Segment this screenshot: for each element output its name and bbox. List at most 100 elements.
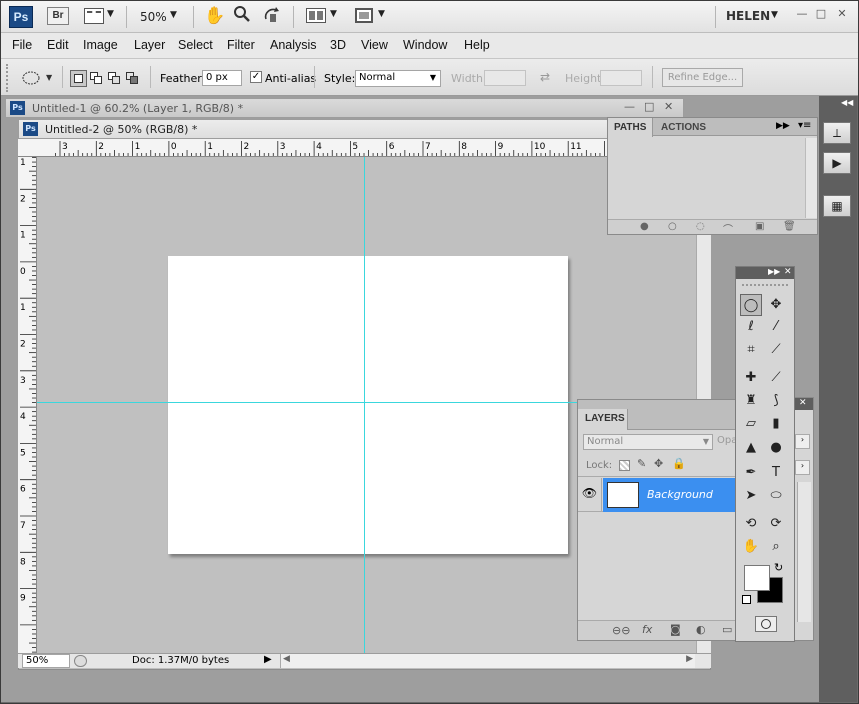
blend-mode-select[interactable]: Normal ▼ [583,434,713,450]
feather-input[interactable]: 0 px [202,70,242,86]
menu-file[interactable]: File [12,38,32,52]
brush-tool-icon[interactable]: ⟋ [765,367,787,389]
zoom-tool-icon[interactable]: ⌕ [765,536,787,558]
marquee-tool-icon[interactable]: ◯ [740,294,762,316]
move-tool-icon[interactable]: ✥ [765,294,787,316]
make-work-path-icon[interactable]: ⌒ [723,221,733,236]
status-info-icon[interactable] [74,655,87,667]
paths-list[interactable] [610,138,805,218]
lock-all-icon[interactable]: 🔒 [672,457,686,470]
fill-path-icon[interactable]: ● [640,221,649,232]
dodge-tool-icon[interactable]: ● [765,437,787,459]
menu-3d[interactable]: 3D [330,38,346,52]
menu-window[interactable]: Window [403,38,447,52]
zoom-icon[interactable] [233,5,251,26]
delete-path-icon[interactable]: 🗑 [783,221,796,232]
lasso-tool-icon[interactable]: ℓ [740,316,762,338]
blur-tool-icon[interactable]: ▲ [740,437,762,459]
horizontal-scrollbar[interactable]: ◀ ▶ [280,654,695,668]
status-menu-arrow-icon[interactable]: ▶ [264,654,272,665]
lock-position-icon[interactable]: ✥ [654,457,663,470]
mini-bridge-icon[interactable] [84,8,104,24]
path-selection-tool-icon[interactable]: ➤ [740,485,762,507]
eye-icon[interactable]: 👁 [578,478,602,512]
menu-edit[interactable]: Edit [47,38,69,52]
collapse-icon[interactable]: ▶▶ [776,121,790,131]
arrange-documents-icon[interactable] [306,8,326,23]
paths-scrollbar[interactable] [805,138,817,218]
quick-selection-tool-icon[interactable]: ⁄ [765,316,787,338]
status-zoom-input[interactable]: 50% [22,654,70,668]
default-colors-icon[interactable] [742,595,751,604]
vertical-ruler[interactable]: 1 2 1 0 1 2 3 4 5 6 7 8 9 [18,157,37,653]
scroll-right-icon[interactable]: ▶ [686,654,693,664]
close-icon[interactable]: ✕ [784,267,792,277]
lock-transparent-icon[interactable] [619,460,630,471]
add-to-selection-icon[interactable] [88,70,105,87]
clone-stamp-tool-icon[interactable]: ♜ [740,390,762,412]
style-select[interactable]: Normal ▼ [355,70,441,87]
bridge-button[interactable]: Br [47,7,69,25]
history-brush-tool-icon[interactable]: ⟆ [765,390,787,412]
panel-scrollbar[interactable] [797,482,811,622]
crop-tool-icon[interactable]: ⌗ [740,339,762,361]
eyedropper-tool-icon[interactable]: ⟋ [765,339,787,361]
load-selection-icon[interactable]: ◌ [696,221,705,232]
new-path-icon[interactable]: ▣ [755,221,764,232]
menu-view[interactable]: View [361,38,388,52]
intersect-selection-icon[interactable] [124,70,141,87]
link-icon[interactable]: ⊖⊖ [612,624,630,637]
tools-grip[interactable] [742,284,788,288]
anti-alias-checkbox[interactable]: ✓ [250,71,262,83]
swap-colors-icon[interactable]: ↻ [774,561,783,574]
dock-swatches-button[interactable]: ▦ [823,195,851,217]
layer-name[interactable]: Background [647,488,713,501]
lock-image-icon[interactable]: ✎ [637,457,646,470]
menu-analysis[interactable]: Analysis [270,38,317,52]
type-tool-icon[interactable]: T [765,462,787,484]
close-icon[interactable]: ✕ [799,398,807,408]
gradient-tool-icon[interactable]: ▮ [765,413,787,435]
workspace-switcher[interactable]: HELEN [726,9,770,23]
3d-orbit-tool-icon[interactable]: ⟳ [765,513,787,535]
expand-dock-icon[interactable]: ◀◀ [841,98,853,107]
group-icon[interactable]: ▭ [722,623,732,636]
hand-tool-icon[interactable]: ✋ [740,536,762,558]
menu-select[interactable]: Select [178,38,213,52]
3d-rotate-tool-icon[interactable]: ⟲ [740,513,762,535]
chevron-down-icon[interactable]: ▼ [330,9,337,19]
eraser-tool-icon[interactable]: ▱ [740,413,762,435]
elliptical-marquee-icon[interactable] [22,71,40,88]
tab-layers[interactable]: LAYERS [578,409,628,430]
zoom-level[interactable]: 50% [140,10,167,24]
chevron-right-icon[interactable]: › [795,434,810,449]
refine-edge-button[interactable]: Refine Edge... [662,68,743,87]
quick-mask-button[interactable] [755,616,777,632]
menu-help[interactable]: Help [464,38,490,52]
tab-paths[interactable]: PATHS [608,118,653,137]
minimize-button[interactable]: — [796,8,808,20]
menu-layer[interactable]: Layer [134,38,165,52]
document-canvas[interactable] [168,256,568,554]
adjustment-icon[interactable]: ◐ [696,623,706,636]
chevron-down-icon[interactable]: ▼ [771,10,778,20]
hand-icon[interactable]: ✋ [204,6,225,26]
dock-paths-button[interactable]: ⟂ [823,122,851,144]
vertical-guide[interactable] [364,157,365,653]
fx-icon[interactable]: fx [642,623,652,636]
rotate-view-icon[interactable] [262,5,282,28]
minimize-button[interactable]: — [624,100,635,113]
stroke-path-icon[interactable]: ○ [668,221,677,232]
chevron-down-icon[interactable]: ▼ [46,73,52,82]
document-window-untitled-1[interactable]: Ps Untitled-1 @ 60.2% (Layer 1, RGB/8) *… [5,98,684,118]
close-button[interactable]: ✕ [836,8,848,20]
photoshop-logo[interactable]: Ps [9,6,33,28]
healing-brush-tool-icon[interactable]: ✚ [740,367,762,389]
shape-tool-icon[interactable]: ⬭ [765,485,787,507]
panel-menu-icon[interactable]: ▾≡ [798,120,811,131]
subtract-from-selection-icon[interactable] [106,70,123,87]
maximize-button[interactable]: □ [644,100,654,113]
screen-mode-icon[interactable] [355,8,373,23]
mask-icon[interactable]: ◙ [670,623,681,636]
layer-row[interactable]: 👁 Background [578,478,736,512]
